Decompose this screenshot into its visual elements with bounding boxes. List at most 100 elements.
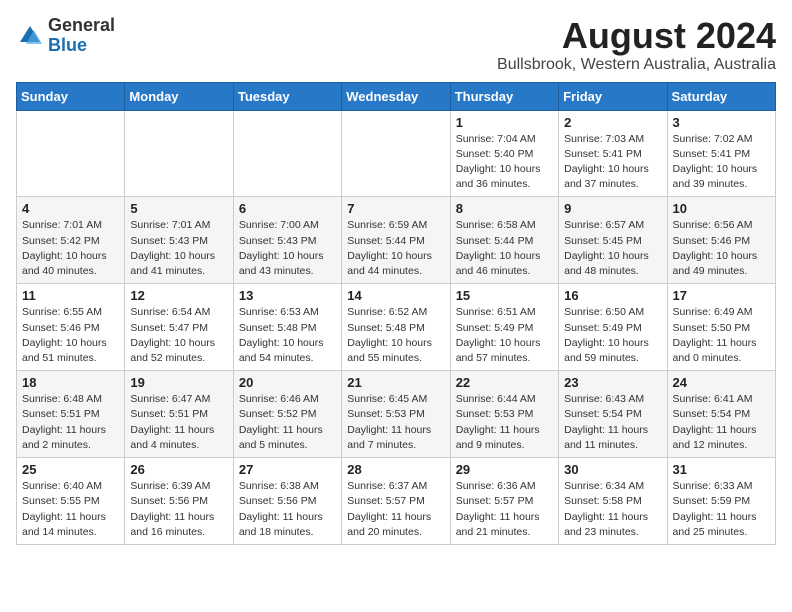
weekday-header: Thursday bbox=[450, 82, 558, 110]
day-info: Sunrise: 6:37 AM Sunset: 5:57 PM Dayligh… bbox=[347, 479, 444, 540]
day-info: Sunrise: 6:49 AM Sunset: 5:50 PM Dayligh… bbox=[673, 305, 770, 366]
day-number: 27 bbox=[239, 462, 336, 477]
day-number: 30 bbox=[564, 462, 661, 477]
day-info: Sunrise: 6:48 AM Sunset: 5:51 PM Dayligh… bbox=[22, 392, 119, 453]
calendar-cell bbox=[125, 110, 233, 197]
day-info: Sunrise: 7:02 AM Sunset: 5:41 PM Dayligh… bbox=[673, 132, 770, 193]
calendar-week-row: 25Sunrise: 6:40 AM Sunset: 5:55 PM Dayli… bbox=[17, 458, 776, 545]
calendar-cell: 2 Sunrise: 7:03 AM Sunset: 5:41 PM Daylig… bbox=[559, 110, 667, 197]
day-number: 21 bbox=[347, 375, 444, 390]
weekday-header: Monday bbox=[125, 82, 233, 110]
day-number: 12 bbox=[130, 288, 227, 303]
day-info: Sunrise: 6:59 AM Sunset: 5:44 PM Dayligh… bbox=[347, 218, 444, 279]
day-number: 14 bbox=[347, 288, 444, 303]
calendar-cell bbox=[342, 110, 450, 197]
day-info: Sunrise: 7:01 AM Sunset: 5:42 PM Dayligh… bbox=[22, 218, 119, 279]
header-row: SundayMondayTuesdayWednesdayThursdayFrid… bbox=[17, 82, 776, 110]
day-number: 15 bbox=[456, 288, 553, 303]
calendar-cell: 5 Sunrise: 7:01 AM Sunset: 5:43 PM Daylig… bbox=[125, 197, 233, 284]
calendar-cell: 10Sunrise: 6:56 AM Sunset: 5:46 PM Dayli… bbox=[667, 197, 775, 284]
day-info: Sunrise: 6:51 AM Sunset: 5:49 PM Dayligh… bbox=[456, 305, 553, 366]
day-info: Sunrise: 6:58 AM Sunset: 5:44 PM Dayligh… bbox=[456, 218, 553, 279]
day-number: 8 bbox=[456, 201, 553, 216]
day-number: 6 bbox=[239, 201, 336, 216]
day-info: Sunrise: 6:40 AM Sunset: 5:55 PM Dayligh… bbox=[22, 479, 119, 540]
calendar-cell: 11 Sunrise: 6:55 AM Sunset: 5:46 PM Dayli… bbox=[17, 284, 125, 371]
day-info: Sunrise: 6:46 AM Sunset: 5:52 PM Dayligh… bbox=[239, 392, 336, 453]
day-info: Sunrise: 6:33 AM Sunset: 5:59 PM Dayligh… bbox=[673, 479, 770, 540]
calendar-cell: 26 Sunrise: 6:39 AM Sunset: 5:56 PM Dayli… bbox=[125, 458, 233, 545]
calendar-cell: 6 Sunrise: 7:00 AM Sunset: 5:43 PM Daylig… bbox=[233, 197, 341, 284]
calendar-cell: 14Sunrise: 6:52 AM Sunset: 5:48 PM Dayli… bbox=[342, 284, 450, 371]
day-number: 1 bbox=[456, 115, 553, 130]
calendar-cell: 31 Sunrise: 6:33 AM Sunset: 5:59 PM Dayli… bbox=[667, 458, 775, 545]
calendar-cell: 24 Sunrise: 6:41 AM Sunset: 5:54 PM Dayli… bbox=[667, 371, 775, 458]
calendar-week-row: 4 Sunrise: 7:01 AM Sunset: 5:42 PM Daylig… bbox=[17, 197, 776, 284]
day-number: 4 bbox=[22, 201, 119, 216]
calendar-cell: 9 Sunrise: 6:57 AM Sunset: 5:45 PM Daylig… bbox=[559, 197, 667, 284]
day-number: 16 bbox=[564, 288, 661, 303]
logo-icon bbox=[16, 22, 44, 50]
day-number: 31 bbox=[673, 462, 770, 477]
weekday-header: Saturday bbox=[667, 82, 775, 110]
day-info: Sunrise: 6:55 AM Sunset: 5:46 PM Dayligh… bbox=[22, 305, 119, 366]
calendar-cell: 1 Sunrise: 7:04 AM Sunset: 5:40 PM Daylig… bbox=[450, 110, 558, 197]
day-number: 22 bbox=[456, 375, 553, 390]
calendar-cell: 25Sunrise: 6:40 AM Sunset: 5:55 PM Dayli… bbox=[17, 458, 125, 545]
calendar-cell: 15 Sunrise: 6:51 AM Sunset: 5:49 PM Dayli… bbox=[450, 284, 558, 371]
calendar-cell: 4 Sunrise: 7:01 AM Sunset: 5:42 PM Daylig… bbox=[17, 197, 125, 284]
calendar-cell: 18 Sunrise: 6:48 AM Sunset: 5:51 PM Dayli… bbox=[17, 371, 125, 458]
page-header: General Blue August 2024 Bullsbrook, Wes… bbox=[16, 16, 776, 74]
day-info: Sunrise: 6:34 AM Sunset: 5:58 PM Dayligh… bbox=[564, 479, 661, 540]
calendar-cell: 17 Sunrise: 6:49 AM Sunset: 5:50 PM Dayli… bbox=[667, 284, 775, 371]
calendar-cell: 21Sunrise: 6:45 AM Sunset: 5:53 PM Dayli… bbox=[342, 371, 450, 458]
day-number: 23 bbox=[564, 375, 661, 390]
day-info: Sunrise: 6:36 AM Sunset: 5:57 PM Dayligh… bbox=[456, 479, 553, 540]
calendar-cell: 27 Sunrise: 6:38 AM Sunset: 5:56 PM Dayli… bbox=[233, 458, 341, 545]
day-number: 5 bbox=[130, 201, 227, 216]
day-number: 11 bbox=[22, 288, 119, 303]
calendar-cell: 23Sunrise: 6:43 AM Sunset: 5:54 PM Dayli… bbox=[559, 371, 667, 458]
calendar-cell: 13Sunrise: 6:53 AM Sunset: 5:48 PM Dayli… bbox=[233, 284, 341, 371]
calendar-cell: 7 Sunrise: 6:59 AM Sunset: 5:44 PM Daylig… bbox=[342, 197, 450, 284]
day-info: Sunrise: 7:00 AM Sunset: 5:43 PM Dayligh… bbox=[239, 218, 336, 279]
day-info: Sunrise: 7:04 AM Sunset: 5:40 PM Dayligh… bbox=[456, 132, 553, 193]
day-info: Sunrise: 7:03 AM Sunset: 5:41 PM Dayligh… bbox=[564, 132, 661, 193]
day-info: Sunrise: 6:44 AM Sunset: 5:53 PM Dayligh… bbox=[456, 392, 553, 453]
calendar-cell: 22 Sunrise: 6:44 AM Sunset: 5:53 PM Dayli… bbox=[450, 371, 558, 458]
calendar-cell: 30 Sunrise: 6:34 AM Sunset: 5:58 PM Dayli… bbox=[559, 458, 667, 545]
weekday-header: Tuesday bbox=[233, 82, 341, 110]
day-info: Sunrise: 6:39 AM Sunset: 5:56 PM Dayligh… bbox=[130, 479, 227, 540]
day-number: 17 bbox=[673, 288, 770, 303]
calendar-cell: 29 Sunrise: 6:36 AM Sunset: 5:57 PM Dayli… bbox=[450, 458, 558, 545]
calendar-week-row: 18 Sunrise: 6:48 AM Sunset: 5:51 PM Dayli… bbox=[17, 371, 776, 458]
day-number: 20 bbox=[239, 375, 336, 390]
day-number: 7 bbox=[347, 201, 444, 216]
day-info: Sunrise: 6:41 AM Sunset: 5:54 PM Dayligh… bbox=[673, 392, 770, 453]
day-info: Sunrise: 6:38 AM Sunset: 5:56 PM Dayligh… bbox=[239, 479, 336, 540]
day-number: 19 bbox=[130, 375, 227, 390]
calendar-cell bbox=[17, 110, 125, 197]
day-number: 28 bbox=[347, 462, 444, 477]
day-number: 26 bbox=[130, 462, 227, 477]
day-number: 9 bbox=[564, 201, 661, 216]
weekday-header: Wednesday bbox=[342, 82, 450, 110]
day-info: Sunrise: 7:01 AM Sunset: 5:43 PM Dayligh… bbox=[130, 218, 227, 279]
calendar-week-row: 1 Sunrise: 7:04 AM Sunset: 5:40 PM Daylig… bbox=[17, 110, 776, 197]
day-info: Sunrise: 6:57 AM Sunset: 5:45 PM Dayligh… bbox=[564, 218, 661, 279]
calendar-cell: 12Sunrise: 6:54 AM Sunset: 5:47 PM Dayli… bbox=[125, 284, 233, 371]
day-number: 10 bbox=[673, 201, 770, 216]
title-block: August 2024 Bullsbrook, Western Australi… bbox=[497, 16, 776, 74]
calendar-cell: 3Sunrise: 7:02 AM Sunset: 5:41 PM Daylig… bbox=[667, 110, 775, 197]
day-number: 24 bbox=[673, 375, 770, 390]
calendar-cell: 8 Sunrise: 6:58 AM Sunset: 5:44 PM Daylig… bbox=[450, 197, 558, 284]
day-number: 29 bbox=[456, 462, 553, 477]
calendar-cell: 20 Sunrise: 6:46 AM Sunset: 5:52 PM Dayli… bbox=[233, 371, 341, 458]
logo: General Blue bbox=[16, 16, 115, 56]
logo-text: General Blue bbox=[48, 16, 115, 56]
calendar-cell: 16Sunrise: 6:50 AM Sunset: 5:49 PM Dayli… bbox=[559, 284, 667, 371]
calendar-week-row: 11 Sunrise: 6:55 AM Sunset: 5:46 PM Dayli… bbox=[17, 284, 776, 371]
weekday-header: Friday bbox=[559, 82, 667, 110]
day-number: 18 bbox=[22, 375, 119, 390]
day-number: 2 bbox=[564, 115, 661, 130]
